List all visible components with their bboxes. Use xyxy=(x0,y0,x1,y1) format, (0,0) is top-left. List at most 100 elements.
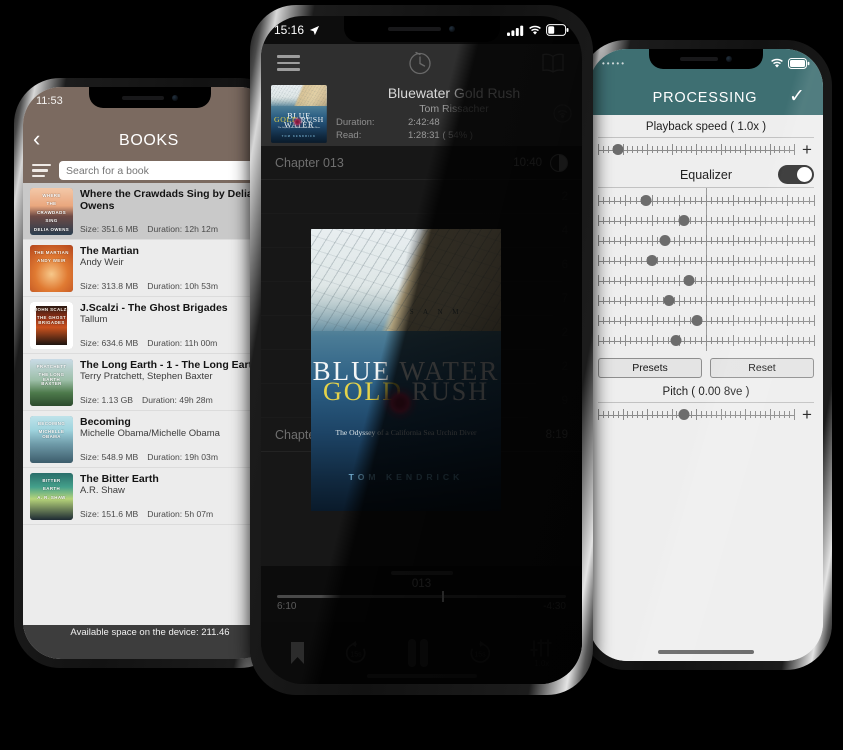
books-list[interactable]: WHERE THE CRAWDADS SING DELIA OWENS Where the… xyxy=(23,183,277,625)
equalizer-band-row[interactable] xyxy=(598,331,815,351)
slider-tick xyxy=(614,337,616,344)
pitch-slider[interactable] xyxy=(598,408,795,422)
slider-knob[interactable] xyxy=(691,315,703,326)
now-playing-cover-thumb[interactable]: BLUE WATER GOLD RUSH The Odyssey of a Ca… xyxy=(271,85,327,143)
pitch-plus-button[interactable]: + xyxy=(800,406,814,423)
seek-thumb[interactable] xyxy=(441,591,445,602)
book-duration: Duration: 11h 00m xyxy=(147,338,218,348)
sleep-timer-icon[interactable] xyxy=(407,50,433,76)
slider-tick xyxy=(774,411,776,418)
slider-tick xyxy=(754,337,756,344)
search-input[interactable] xyxy=(59,161,277,180)
slider-tick-major xyxy=(733,255,734,266)
slider-knob[interactable] xyxy=(663,295,675,306)
slider-tick xyxy=(765,337,767,344)
rewind-15s-icon[interactable]: 15s xyxy=(343,640,369,666)
slider-tick xyxy=(738,277,740,284)
equalizer-bands[interactable] xyxy=(598,188,815,351)
slider-tick xyxy=(646,297,648,304)
reset-button[interactable]: Reset xyxy=(710,358,814,378)
large-cover-art[interactable]: S A N M BLUE WATER GOLD RUSH The Odyssey… xyxy=(311,229,501,511)
equalizer-band-row[interactable] xyxy=(598,251,815,271)
slider-knob[interactable] xyxy=(683,275,695,286)
slider-tick xyxy=(754,237,756,244)
slider-tick xyxy=(705,146,707,153)
slider-tick xyxy=(684,297,686,304)
equalizer-band-row[interactable] xyxy=(598,291,815,311)
equalizer-band-row[interactable] xyxy=(598,191,815,211)
home-indicator[interactable] xyxy=(658,650,754,654)
slider-tick xyxy=(749,277,751,284)
back-chevron-icon[interactable]: ‹ xyxy=(33,128,59,150)
presets-button[interactable]: Presets xyxy=(598,358,702,378)
hamburger-menu-icon[interactable] xyxy=(32,163,51,178)
slider-tick xyxy=(668,277,670,284)
slider-tick xyxy=(711,217,713,224)
slider-knob[interactable] xyxy=(612,144,624,155)
airplay-icon[interactable] xyxy=(553,104,572,123)
slider-tick-major xyxy=(787,335,788,346)
drag-handle[interactable] xyxy=(390,571,453,575)
bookmark-icon[interactable] xyxy=(289,641,306,665)
slider-tick xyxy=(673,257,675,264)
checkmark-icon[interactable]: ✓ xyxy=(789,87,809,106)
book-list-item[interactable]: BITTER EARTH A. R. SHAW The Bitter Earth A.R… xyxy=(23,468,277,525)
playback-speed-slider-row[interactable]: + xyxy=(598,138,814,162)
equalizer-band-row[interactable] xyxy=(598,271,815,291)
slider-knob[interactable] xyxy=(646,255,658,266)
slider-tick xyxy=(662,217,664,224)
slider-tick xyxy=(646,217,648,224)
chapter-duration: 2 xyxy=(561,360,568,373)
pause-icon[interactable] xyxy=(405,638,431,668)
slider-tick xyxy=(614,277,616,284)
status-time: 11:53 xyxy=(36,95,63,107)
playback-speed-plus-button[interactable]: + xyxy=(800,141,814,158)
book-list-item[interactable]: THE MARTIAN ANDY WEIR The Martian Andy Weir… xyxy=(23,240,277,297)
slider-knob[interactable] xyxy=(659,235,671,246)
hamburger-menu-icon[interactable] xyxy=(277,55,300,71)
slider-tick xyxy=(630,337,632,344)
book-list-item[interactable]: BECOMING MICHELLE OBAMA Becoming Michelle O… xyxy=(23,411,277,468)
seek-slider[interactable] xyxy=(277,591,566,602)
slider-tick-major xyxy=(745,409,746,420)
book-list-item[interactable]: JOHN SCALZI THE GHOST BRIGADES J.Scalzi - … xyxy=(23,297,277,354)
chapter-row[interactable]: Chapter 013 10:40 xyxy=(261,146,582,180)
open-book-icon[interactable] xyxy=(540,52,566,74)
slider-tick xyxy=(743,197,745,204)
equalizer-band-slider[interactable] xyxy=(598,214,815,228)
pitch-slider-row[interactable]: + xyxy=(598,403,814,427)
equalizer-sliders-icon[interactable]: 1.0x xyxy=(529,638,554,668)
slider-tick xyxy=(716,257,718,264)
equalizer-band-slider[interactable] xyxy=(598,294,815,308)
equalizer-band-slider[interactable] xyxy=(598,194,815,208)
forward-15s-icon[interactable]: 15s xyxy=(467,640,493,666)
slider-knob[interactable] xyxy=(678,409,690,420)
equalizer-band-slider[interactable] xyxy=(598,234,815,248)
slider-tick-major xyxy=(652,215,653,226)
slider-tick xyxy=(765,217,767,224)
equalizer-band-row[interactable] xyxy=(598,231,815,251)
slider-knob[interactable] xyxy=(640,195,652,206)
slider-tick xyxy=(614,297,616,304)
slider-tick xyxy=(792,237,794,244)
book-duration: Duration: 5h 07m xyxy=(147,509,214,519)
slider-tick xyxy=(784,146,786,153)
book-cover-thumbnail: WHERE THE CRAWDADS SING DELIA OWENS xyxy=(30,188,73,235)
equalizer-toggle[interactable] xyxy=(778,165,814,184)
playback-speed-slider[interactable] xyxy=(598,143,795,157)
equalizer-band-row[interactable] xyxy=(598,311,815,331)
slider-knob[interactable] xyxy=(670,335,682,346)
book-list-item[interactable]: WHERE THE CRAWDADS SING DELIA OWENS Where the… xyxy=(23,183,277,240)
duration-row: Duration: 2:42:48 xyxy=(336,116,572,129)
slider-tick xyxy=(776,297,778,304)
equalizer-band-slider[interactable] xyxy=(598,334,815,348)
equalizer-band-row[interactable] xyxy=(598,211,815,231)
book-list-item[interactable]: PRATCHETT THE LONG EARTH BAXTER The Long Ea… xyxy=(23,354,277,411)
chapter-row[interactable]: 2 xyxy=(261,180,582,214)
slider-tick xyxy=(711,337,713,344)
slider-knob[interactable] xyxy=(678,215,690,226)
equalizer-band-slider[interactable] xyxy=(598,254,815,268)
home-indicator[interactable] xyxy=(366,674,477,678)
equalizer-band-slider[interactable] xyxy=(598,274,815,288)
equalizer-band-slider[interactable] xyxy=(598,314,815,328)
